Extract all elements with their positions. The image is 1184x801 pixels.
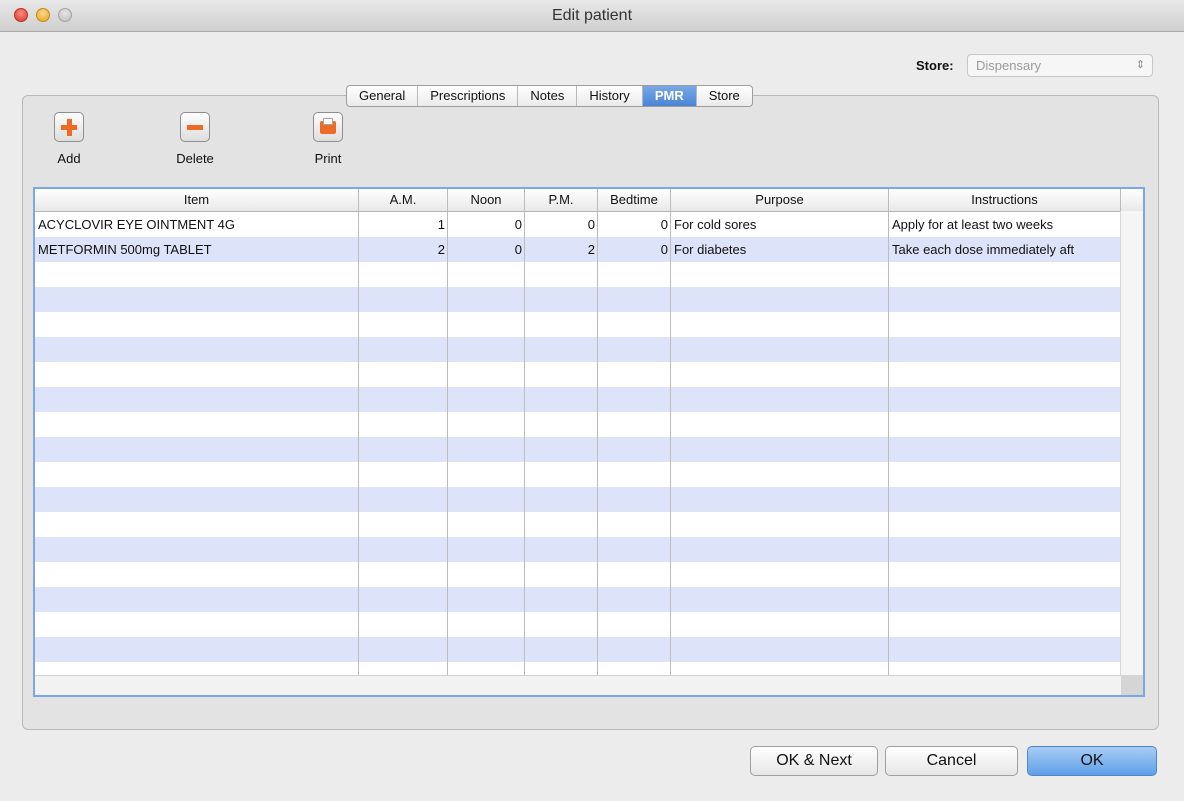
horizontal-scrollbar[interactable] xyxy=(35,675,1121,695)
column-header-instructions[interactable]: Instructions xyxy=(889,189,1121,211)
empty-table-row[interactable] xyxy=(35,337,1121,362)
cell-item: METFORMIN 500mg TABLET xyxy=(38,242,212,257)
cell-noon: 0 xyxy=(514,217,522,232)
empty-table-row[interactable] xyxy=(35,437,1121,462)
cell-noon: 0 xyxy=(514,242,522,257)
cell-purpose: For cold sores xyxy=(674,217,757,232)
scrollbar-corner xyxy=(1121,675,1143,695)
empty-table-row[interactable] xyxy=(35,462,1121,487)
cell-instructions: Apply for at least two weeks xyxy=(892,217,1054,232)
pmr-table[interactable]: Item A.M. Noon P.M. Bedtime Purpose Inst… xyxy=(33,187,1145,697)
empty-table-row[interactable] xyxy=(35,637,1121,662)
column-divider xyxy=(670,211,671,675)
column-header-noon[interactable]: Noon xyxy=(448,189,525,211)
title-bar: Edit patient xyxy=(0,0,1184,32)
window-title: Edit patient xyxy=(551,7,633,24)
table-header: Item A.M. Noon P.M. Bedtime Purpose Inst… xyxy=(35,189,1143,212)
cell-am: 2 xyxy=(437,242,445,257)
empty-table-row[interactable] xyxy=(35,387,1121,412)
delete-label: Delete xyxy=(176,151,214,166)
ok-button[interactable]: OK xyxy=(1027,746,1157,776)
column-divider xyxy=(597,211,598,675)
store-select-value: Dispensary xyxy=(976,58,1042,73)
tab-general[interactable]: General xyxy=(347,86,417,106)
tab-store[interactable]: Store xyxy=(695,86,752,106)
column-divider xyxy=(447,211,448,675)
table-row[interactable]: ACYCLOVIR EYE OINTMENT 4G 1 0 0 0 For co… xyxy=(35,212,1121,237)
column-header-am[interactable]: A.M. xyxy=(359,189,448,211)
empty-table-row[interactable] xyxy=(35,362,1121,387)
empty-table-row[interactable] xyxy=(35,587,1121,612)
column-divider xyxy=(358,211,359,675)
cancel-button[interactable]: Cancel xyxy=(885,746,1018,776)
tab-prescriptions[interactable]: Prescriptions xyxy=(417,86,517,106)
tab-pmr[interactable]: PMR xyxy=(641,86,696,106)
empty-table-row[interactable] xyxy=(35,662,1121,675)
column-header-item[interactable]: Item xyxy=(35,189,359,211)
table-row[interactable]: METFORMIN 500mg TABLET 2 0 2 0 For diabe… xyxy=(35,237,1121,262)
tab-bar: General Prescriptions Notes History PMR … xyxy=(346,85,753,107)
minus-icon xyxy=(180,112,210,142)
print-button[interactable]: Print xyxy=(292,112,364,166)
cell-bedtime: 0 xyxy=(660,217,668,232)
cell-pm: 0 xyxy=(587,217,595,232)
column-header-pm[interactable]: P.M. xyxy=(525,189,598,211)
tab-notes[interactable]: Notes xyxy=(517,86,576,106)
cell-pm: 2 xyxy=(587,242,595,257)
store-label: Store: xyxy=(916,58,954,73)
print-label: Print xyxy=(314,151,342,166)
empty-table-row[interactable] xyxy=(35,562,1121,587)
cell-item: ACYCLOVIR EYE OINTMENT 4G xyxy=(38,217,235,232)
column-header-bedtime[interactable]: Bedtime xyxy=(598,189,671,211)
cell-purpose: For diabetes xyxy=(674,242,747,257)
empty-table-row[interactable] xyxy=(35,512,1121,537)
add-button[interactable]: Add xyxy=(33,112,105,166)
empty-table-row[interactable] xyxy=(35,537,1121,562)
add-label: Add xyxy=(57,151,81,166)
updown-arrows-icon: ⇕ xyxy=(1135,59,1145,71)
column-header-purpose[interactable]: Purpose xyxy=(671,189,889,211)
empty-table-row[interactable] xyxy=(35,412,1121,437)
ok-next-button[interactable]: OK & Next xyxy=(750,746,878,776)
empty-table-row[interactable] xyxy=(35,487,1121,512)
vertical-scrollbar[interactable] xyxy=(1120,211,1143,695)
tab-history[interactable]: History xyxy=(576,86,641,106)
column-divider xyxy=(524,211,525,675)
column-divider xyxy=(888,211,889,675)
cell-instructions: Take each dose immediately aft xyxy=(892,242,1075,257)
empty-table-row[interactable] xyxy=(35,612,1121,637)
cell-am: 1 xyxy=(437,217,445,232)
store-select[interactable]: Dispensary ⇕ xyxy=(967,54,1153,77)
empty-table-row[interactable] xyxy=(35,312,1121,337)
empty-table-row[interactable] xyxy=(35,262,1121,287)
delete-button[interactable]: Delete xyxy=(159,112,231,166)
printer-icon xyxy=(313,112,343,142)
empty-table-row[interactable] xyxy=(35,287,1121,312)
cell-bedtime: 0 xyxy=(660,242,668,257)
plus-icon xyxy=(54,112,84,142)
